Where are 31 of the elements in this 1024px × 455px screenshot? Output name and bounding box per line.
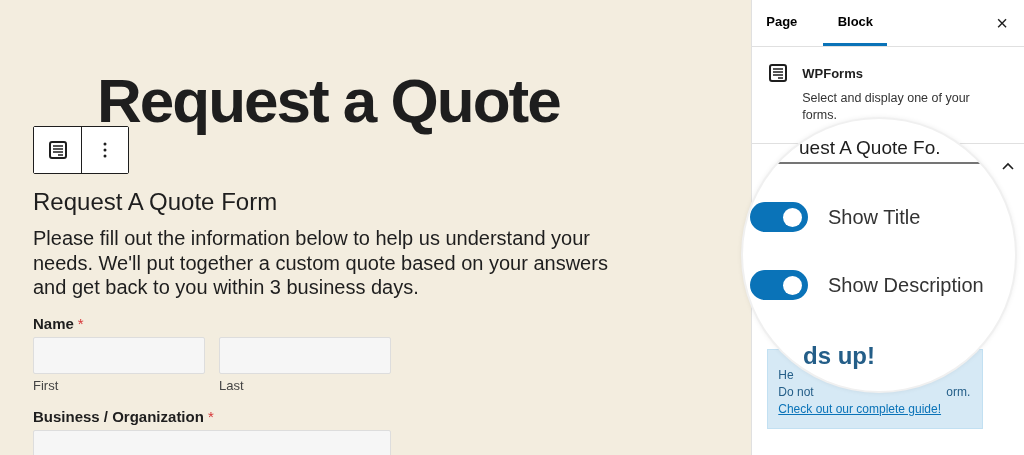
guide-link[interactable]: Check out our complete guide! <box>778 402 942 416</box>
form-title: Request A Quote Form <box>33 187 279 217</box>
form-icon <box>47 140 68 160</box>
toggle-switch[interactable] <box>750 202 808 232</box>
form-icon <box>768 63 789 83</box>
field-label: Name <box>33 314 74 332</box>
form-select-value[interactable]: uest A Quote Fo. <box>799 137 941 159</box>
field-label: Business / Organization <box>33 407 204 425</box>
sidebar-tab[interactable]: Block <box>823 0 888 46</box>
sidebar-tab[interactable]: Page <box>756 0 808 46</box>
more-vertical-icon <box>103 142 107 158</box>
notice-text: Do not <box>778 384 814 401</box>
toggle-label: Show Description <box>828 273 984 297</box>
notice-heading: ds up! <box>803 342 876 370</box>
close-button[interactable]: × <box>980 0 1024 46</box>
toggle-switch[interactable] <box>750 270 808 300</box>
toggle-label: Show Title <box>828 205 921 229</box>
notice-heading: He <box>778 367 795 384</box>
sublabel: Last <box>219 377 245 393</box>
required-asterisk: * <box>77 314 84 332</box>
required-asterisk: * <box>207 407 214 425</box>
sublabel: First <box>33 377 60 393</box>
form-description: Please fill out the information below to help us understand your needs. We'll put together a custom quote based on your answers and get back to you within 3 business days. <box>33 226 609 300</box>
input-field[interactable] <box>33 336 205 374</box>
page-title: Request a Quote <box>97 68 561 134</box>
input-field[interactable] <box>33 429 391 455</box>
notice-text: orm. <box>946 384 971 401</box>
block-description: Select and display one of your forms. <box>802 90 971 124</box>
input-field[interactable] <box>219 336 391 374</box>
chevron-up-icon <box>1002 162 1014 170</box>
block-name: WPForms <box>802 66 864 81</box>
